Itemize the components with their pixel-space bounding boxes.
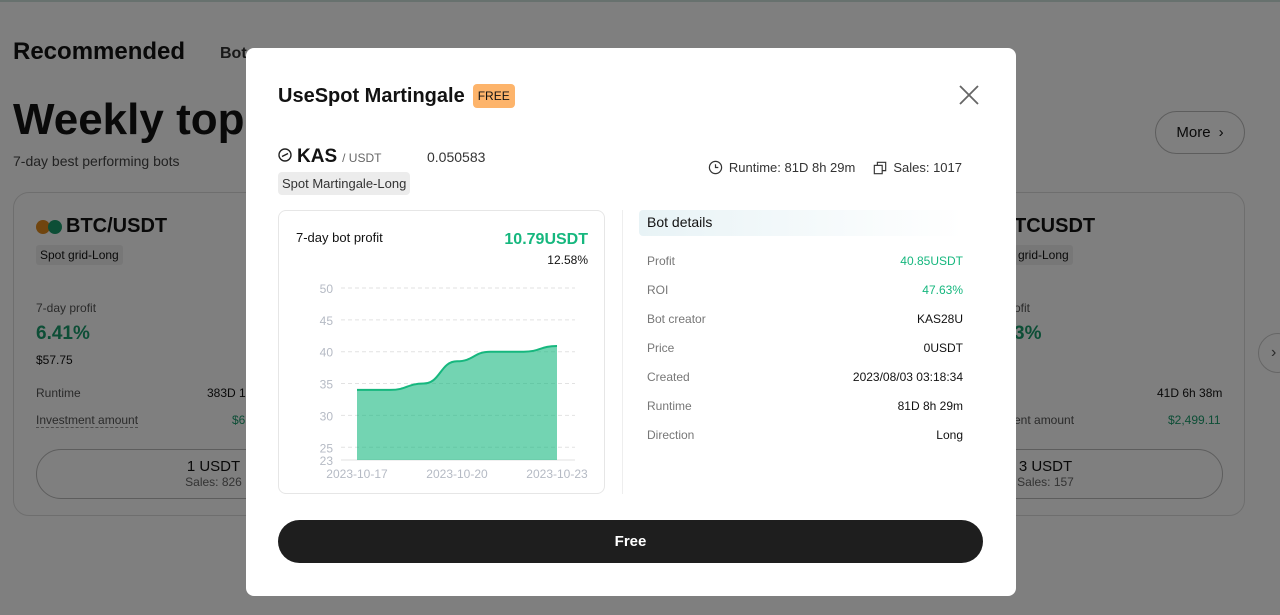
detail-row: Profit 40.85USDT	[639, 246, 963, 275]
detail-value: 81D 8h 29m	[897, 398, 963, 413]
detail-label: Profit	[647, 253, 676, 268]
detail-row: ROI 47.63%	[639, 275, 963, 304]
free-button[interactable]: Free	[278, 520, 983, 563]
detail-value: 2023/08/03 03:18:34	[852, 369, 963, 384]
detail-row: Created 2023/08/03 03:18:34	[639, 362, 963, 391]
bot-details-panel: Bot details Profit 40.85USDT ROI 47.63% Bot …	[639, 210, 963, 449]
detail-row: Price 0USDT	[639, 333, 963, 362]
y-tick-label: 40	[320, 346, 334, 360]
detail-label: Price	[647, 340, 675, 355]
sales-text: Sales: 1017	[893, 160, 962, 175]
bot-detail-modal: UseSpot Martingale FREE KAS / USDT 0.05058…	[246, 48, 1016, 596]
strategy-tag: Spot Martingale-Long	[278, 172, 411, 195]
pair: KAS / USDT	[278, 146, 381, 168]
title-text: UseSpot Martingale	[278, 84, 465, 107]
modal-title: UseSpot Martingale FREE	[278, 84, 515, 108]
y-tick-label: 25	[320, 441, 334, 455]
profit-area	[357, 345, 557, 460]
x-tick-label: 2023-10-20	[426, 467, 488, 481]
y-tick-label: 30	[320, 409, 334, 423]
current-price: 0.050583	[427, 149, 486, 165]
profit-chart-card: 7-day bot profit 10.79USDT 12.58% 23 25 30…	[278, 210, 605, 494]
detail-label: Created	[647, 369, 690, 384]
detail-label: ROI	[647, 282, 669, 297]
detail-label: Bot creator	[647, 311, 706, 326]
detail-value: Long	[936, 427, 963, 442]
base-asset: KAS	[297, 146, 338, 167]
detail-row: Direction Long	[639, 420, 963, 449]
quote-asset: / USDT	[342, 151, 382, 165]
detail-value: 0USDT	[923, 340, 963, 355]
free-badge: FREE	[472, 84, 515, 108]
detail-label: Runtime	[647, 398, 692, 413]
detail-value: KAS28U	[916, 311, 963, 326]
copy-icon	[874, 161, 887, 174]
detail-row: Bot creator KAS28U	[639, 304, 963, 333]
y-tick-label: 35	[320, 378, 334, 392]
y-tick-label: 23	[320, 454, 334, 468]
clock-icon	[708, 160, 723, 175]
divider	[622, 210, 623, 494]
y-tick-label: 50	[320, 282, 334, 296]
detail-row: Runtime 81D 8h 29m	[639, 391, 963, 420]
runtime-text: Runtime: 81D 8h 29m	[728, 160, 856, 175]
sales-meta: Sales: 1017	[873, 160, 962, 175]
detail-value: 47.63%	[922, 282, 963, 297]
detail-value: 40.85USDT	[900, 253, 963, 268]
y-tick-label: 45	[320, 314, 334, 328]
kas-coin-icon	[278, 148, 292, 162]
profit-area-chart: 2325 30 35 40 45 50 2023-10-17 2023-10-20 2023-1…	[320, 282, 588, 481]
close-icon[interactable]	[956, 82, 982, 108]
x-tick-label: 2023-10-17	[326, 467, 388, 481]
detail-label: Direction	[647, 427, 695, 442]
runtime-meta: Runtime: 81D 8h 29m	[708, 160, 855, 175]
x-tick-label: 2023-10-23	[526, 467, 588, 481]
details-heading: Bot details	[639, 210, 963, 236]
